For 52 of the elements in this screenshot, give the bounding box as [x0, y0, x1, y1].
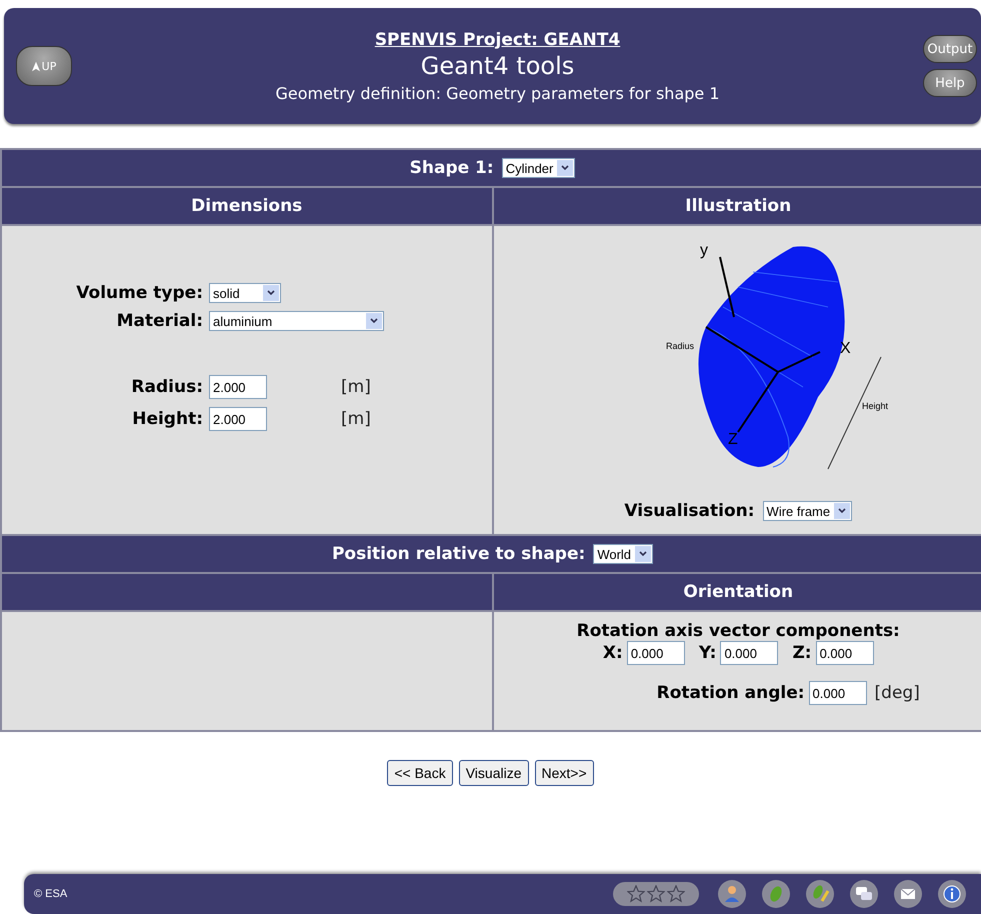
shape-select[interactable]: Cylinder: [502, 158, 576, 178]
page-subtitle: Geometry definition: Geometry parameters for shape 1: [275, 84, 720, 102]
page-title: Geant4 tools: [420, 52, 574, 80]
unit-label: [m]: [341, 377, 371, 397]
column-header: Orientation: [492, 573, 981, 611]
dropdown-icon: [263, 285, 279, 301]
volume-type-select[interactable]: solid: [209, 283, 281, 303]
info-icon[interactable]: [937, 879, 967, 909]
input-field[interactable]: 2.000: [209, 407, 267, 431]
axis-label: Z:: [792, 643, 812, 663]
project-link[interactable]: SPENVIS Project: GEANT4: [374, 30, 620, 50]
visualisation-select[interactable]: Wire frame: [762, 501, 852, 521]
dropdown-icon: [366, 313, 382, 329]
rating-stars[interactable]: [613, 882, 699, 906]
nav-button[interactable]: << Back: [387, 760, 453, 786]
axis-label: Y:: [698, 643, 716, 663]
nav-button[interactable]: Visualize: [458, 760, 528, 786]
column-header: Dimensions: [1, 187, 492, 225]
chat-icon[interactable]: [849, 879, 879, 909]
dropdown-icon: [557, 160, 574, 176]
empty-star-icon: [627, 885, 645, 903]
leaf-icon[interactable]: [761, 879, 791, 909]
up-arrow-icon: [32, 60, 40, 72]
nav-button[interactable]: Next>>: [534, 760, 594, 786]
field-label: Volume type:: [75, 283, 203, 303]
unit-label: [deg]: [874, 683, 920, 703]
field-label: Height:: [131, 409, 203, 429]
dropdown-icon: [834, 503, 850, 519]
section-label: Rotation axis vector components:: [576, 621, 900, 641]
input-field[interactable]: 2.000: [209, 375, 267, 399]
field-label: Visualisation:: [624, 501, 755, 521]
unit-label: [m]: [341, 409, 371, 429]
field-label: Material:: [116, 311, 203, 331]
column-header: Illustration: [492, 187, 981, 225]
empty-star-icon: [667, 885, 685, 903]
empty-star-icon: [647, 885, 665, 903]
input-field[interactable]: 0.000: [720, 641, 778, 665]
field-label: Rotation angle:: [656, 683, 805, 703]
dropdown-icon: [635, 546, 652, 562]
copyright-text: © ESA: [34, 888, 68, 900]
axis-label: X:: [602, 643, 623, 663]
material-select[interactable]: aluminium: [209, 311, 384, 331]
input-field[interactable]: 0.000: [808, 681, 867, 705]
input-field[interactable]: 0.000: [816, 641, 874, 665]
position-select[interactable]: World: [593, 544, 654, 564]
person-icon[interactable]: [717, 879, 747, 909]
shape-label: Shape 1:: [410, 158, 494, 178]
field-label: Radius:: [130, 377, 203, 397]
input-field[interactable]: 0.000: [626, 641, 685, 665]
pencil-icon[interactable]: [805, 879, 835, 909]
mail-icon[interactable]: [893, 879, 923, 909]
position-label: Position relative to shape:: [332, 544, 586, 564]
